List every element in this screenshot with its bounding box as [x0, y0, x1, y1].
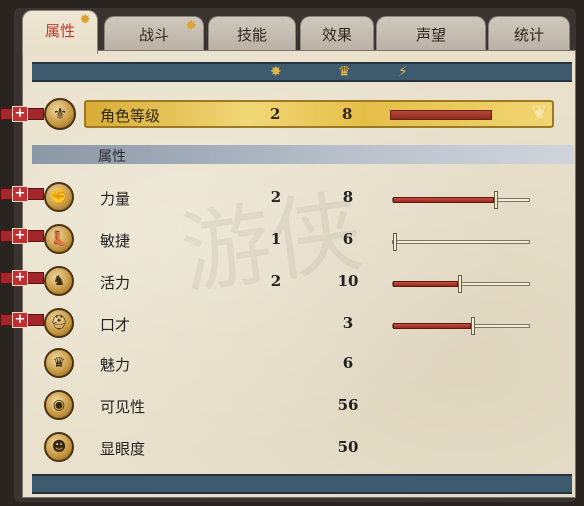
strength-slider[interactable] [392, 191, 530, 209]
conspicuousness-label: 显眼度 [100, 440, 146, 458]
eloquence-slider[interactable] [392, 317, 530, 335]
vitality-plus-button[interactable]: + [12, 270, 28, 286]
tab-label: 声望 [415, 26, 446, 44]
strength-max: 8 [342, 188, 354, 206]
tab-label: 技能 [236, 26, 267, 44]
strength-slider-fill [393, 197, 494, 203]
tab-bar: 属性 ✸ 战斗 ✸ 技能 效果 声望 统计 [22, 10, 574, 54]
strength-value: 2 [270, 188, 282, 206]
tab-attributes[interactable]: 属性 ✸ [22, 10, 98, 54]
tab-label: 战斗 [138, 26, 169, 44]
agility-slider[interactable] [392, 233, 530, 251]
agility-plus-button[interactable]: + [12, 228, 28, 244]
star-icon: ✸ [79, 12, 91, 28]
agility-max: 6 [342, 230, 354, 248]
level-progress-track [390, 110, 492, 120]
head-profile-icon: ☻ [44, 432, 74, 462]
agility-slider-knob[interactable] [393, 233, 397, 251]
tab-statistics[interactable]: 统计 [488, 16, 570, 52]
vitality-label: 活力 [100, 274, 131, 292]
visibility-value: 56 [337, 396, 359, 414]
tab-label: 统计 [513, 26, 544, 44]
conspicuousness-value: 50 [337, 438, 359, 456]
level-value: 2 [270, 105, 281, 123]
vitality-max: 10 [337, 272, 359, 290]
vitality-slider[interactable] [392, 275, 530, 293]
helmet-icon: ⛑ [44, 308, 74, 338]
level-label: 角色等级 [100, 107, 161, 125]
tab-skills[interactable]: 技能 [208, 16, 296, 52]
eye-icon: ◉ [44, 390, 74, 420]
eloquence-slider-fill [393, 323, 471, 329]
strength-plus-button[interactable]: + [12, 186, 28, 202]
tab-label: 属性 [44, 22, 75, 40]
charisma-value: 6 [342, 354, 354, 372]
eloquence-max: 3 [342, 314, 354, 332]
sun-icon[interactable]: ✸ [270, 62, 282, 82]
tab-effects[interactable]: 效果 [300, 16, 374, 52]
strength-label: 力量 [100, 190, 131, 208]
footer-band [32, 474, 572, 494]
tab-reputation[interactable]: 声望 [376, 16, 486, 52]
section-header: 属性 [32, 145, 574, 165]
level-max: 8 [342, 105, 353, 123]
eloquence-plus-button[interactable]: + [12, 312, 28, 328]
vitality-value: 2 [270, 272, 282, 290]
vitality-slider-knob[interactable] [458, 275, 462, 293]
level-plus-button[interactable]: + [12, 106, 28, 122]
lightning-badge-icon[interactable]: ⚡ [398, 62, 408, 82]
level-end-ornament-icon: ❦ [532, 102, 548, 123]
tab-label: 效果 [321, 26, 352, 44]
crown-icon: ♛ [44, 348, 74, 378]
section-title: 属性 [98, 149, 126, 165]
boot-icon: 👢 [44, 224, 74, 254]
tab-combat[interactable]: 战斗 ✸ [104, 16, 204, 52]
crown-icon[interactable]: ♛ [338, 62, 351, 82]
fist-icon: ✊ [44, 182, 74, 212]
star-icon: ✸ [185, 18, 197, 34]
agility-value: 1 [270, 230, 282, 248]
eloquence-label: 口才 [100, 316, 131, 334]
visibility-label: 可见性 [100, 398, 146, 416]
eloquence-slider-knob[interactable] [471, 317, 475, 335]
fleur-de-lis-icon: ⚜ [44, 98, 76, 130]
agility-label: 敏捷 [100, 232, 131, 250]
strength-slider-knob[interactable] [494, 191, 498, 209]
header-band: ✸ ♛ ⚡ [32, 62, 572, 82]
level-bar: 角色等级 2 8 ❦ [84, 100, 554, 128]
charisma-label: 魅力 [100, 356, 131, 374]
vitality-slider-fill [393, 281, 458, 287]
horse-head-icon: ♞ [44, 266, 74, 296]
